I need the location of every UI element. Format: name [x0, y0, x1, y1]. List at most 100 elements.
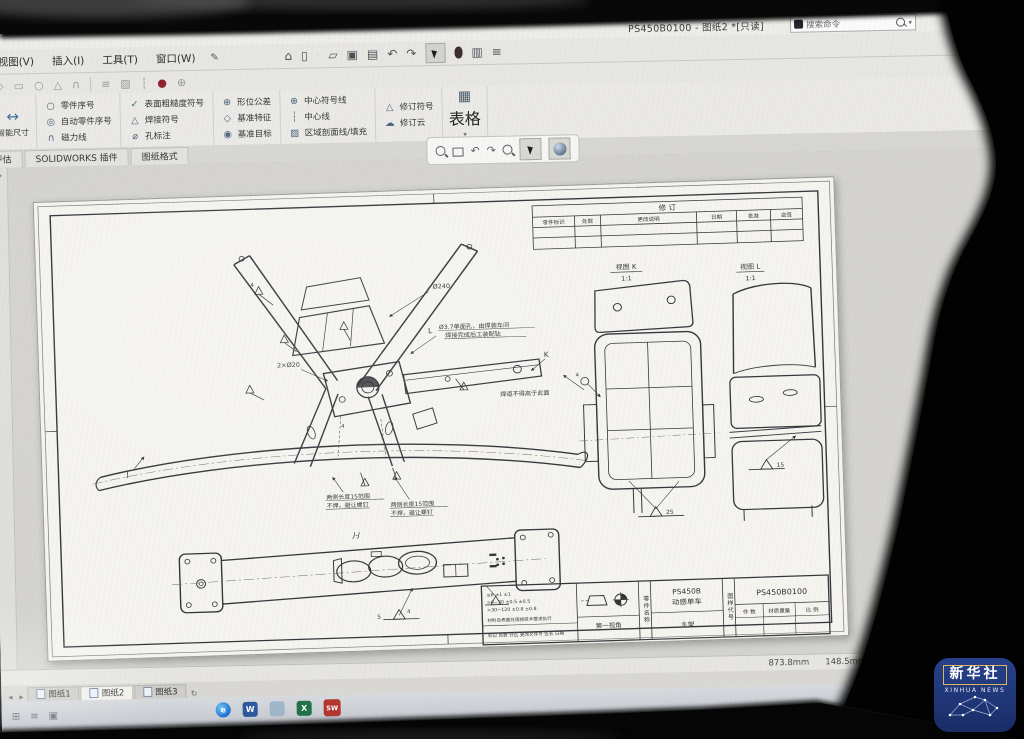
hole-callout-button[interactable]: ⌀孔标注: [129, 127, 205, 144]
menu-insert[interactable]: 插入(I): [43, 52, 94, 68]
sheet-tab-2[interactable]: 图纸2: [81, 685, 134, 700]
revision-cloud-button[interactable]: ☁修订云: [384, 115, 434, 131]
sheet-tab-1[interactable]: 图纸1: [27, 686, 80, 701]
magnetic-line-button[interactable]: ∩磁力线: [45, 129, 112, 145]
prev-sheet-icon[interactable]: ◂: [5, 693, 15, 702]
zoom-fit-icon[interactable]: [435, 146, 445, 156]
previous-view-icon[interactable]: ↶: [470, 144, 479, 157]
shaded-sphere-icon: [553, 142, 566, 155]
tables-label: 表格: [449, 105, 481, 130]
columns-icon[interactable]: ▥: [471, 46, 483, 58]
weld-size-15: 15: [776, 463, 784, 469]
save-icon[interactable]: ▣: [346, 49, 358, 61]
menu-window[interactable]: 窗口(W): [147, 50, 205, 66]
tolerance-note: 材料及表面处理按技术要求执行: [487, 615, 552, 624]
weld-size-4b: 4: [341, 424, 345, 430]
tab-solidworks-addins[interactable]: SOLIDWORKS 插件: [24, 148, 128, 167]
status-z-coord: 0mm: [882, 656, 904, 666]
sheet-icon: [36, 689, 45, 699]
sketch-icon-7[interactable]: ▨: [120, 77, 131, 90]
sketch-icon-3[interactable]: ○: [34, 78, 44, 91]
section-view-icon[interactable]: [503, 144, 513, 154]
symbol-group: ✓ 表面粗糙度符号 △焊接符号 ⌀孔标注: [120, 92, 214, 148]
sketch-icon-9[interactable]: ⊕: [177, 76, 186, 89]
chevron-down-icon[interactable]: ▾: [908, 18, 912, 26]
surface-finish-icon: ✓: [128, 98, 140, 109]
solidworks-taskbar-icon[interactable]: SW: [324, 699, 341, 716]
magnetic-line-label: 磁力线: [61, 131, 87, 144]
area-hatch-button[interactable]: ▨区域剖面线/填充: [289, 124, 368, 141]
taskview-icon[interactable]: ≡: [30, 711, 39, 722]
revision-symbol-button[interactable]: △修订符号: [383, 99, 433, 115]
drawing-canvas[interactable]: 修 订 零件标识 处数 更改说明 日期 批准 会签 视图 K 1:1 视图 L …: [0, 147, 1024, 670]
new-file-icon[interactable]: ▯: [301, 50, 308, 62]
open-file-icon[interactable]: ▱: [328, 49, 337, 61]
auto-balloon-button[interactable]: ◎自动零件序号: [45, 113, 112, 129]
balloon-button[interactable]: ○零件序号: [44, 97, 111, 113]
word-icon[interactable]: W: [243, 702, 258, 717]
options-icon[interactable]: ≡: [492, 46, 502, 58]
sketch-icon-5[interactable]: ∩: [72, 78, 80, 91]
rev-col-1: 零件标识: [542, 218, 565, 227]
print-icon[interactable]: ▤: [367, 48, 379, 60]
refresh-sheet-icon[interactable]: ↻: [188, 689, 201, 698]
xinhua-news-watermark: 新华社 XINHUA NEWS: [934, 658, 1016, 732]
note-hole-line2: 焊接完成后工装配钻: [445, 330, 501, 340]
excel-icon[interactable]: X: [297, 701, 312, 716]
datum-feature-button[interactable]: ◇基准特征: [221, 110, 271, 126]
next-sheet-icon[interactable]: ▸: [16, 692, 26, 701]
sheet-tab-3[interactable]: 图纸3: [134, 684, 187, 699]
weld-symbol-button[interactable]: △焊接符号: [129, 111, 205, 128]
redo-icon[interactable]: ↷: [406, 47, 416, 59]
projection-label: 第一视角: [596, 620, 622, 630]
appearance-icon[interactable]: [454, 46, 462, 58]
pin-menu-icon[interactable]: ✎: [204, 52, 225, 63]
dropdown-dot: ·: [317, 51, 320, 59]
pinned-app-icon[interactable]: ▣: [48, 710, 58, 721]
tab-evaluate[interactable]: 评估: [0, 150, 23, 168]
record-macro-icon[interactable]: ●: [157, 76, 167, 89]
command-search[interactable]: 搜索命令 ▾: [790, 13, 916, 33]
datum-target-button[interactable]: ◉基准目标: [222, 126, 272, 142]
sketch-icon-2[interactable]: ▭: [13, 79, 24, 92]
sketch-icon-6[interactable]: ≡: [101, 77, 110, 90]
sheet-icon: [143, 687, 152, 697]
tables-button[interactable]: ▦ 表格 ▾: [442, 86, 488, 141]
heads-up-toolbar: ↶ ↷: [426, 134, 580, 165]
zoom-area-icon[interactable]: [452, 147, 463, 156]
search-icon[interactable]: [896, 18, 905, 27]
view-k-geometry: [574, 267, 772, 518]
search-input[interactable]: 搜索命令: [806, 16, 894, 30]
drawing-sheet[interactable]: 修 订 零件标识 处数 更改说明 日期 批准 会签 视图 K 1:1 视图 L …: [33, 176, 849, 662]
document-app-icon[interactable]: [270, 701, 285, 716]
display-style-button[interactable]: [549, 137, 571, 159]
sketch-icon-8[interactable]: ┆: [141, 76, 148, 89]
select-tool-button[interactable]: [425, 43, 445, 63]
sketch-icon-1[interactable]: ◇: [0, 79, 4, 92]
pan-icon[interactable]: ↷: [487, 143, 496, 156]
featuremanager-strip[interactable]: [0, 168, 18, 670]
geometric-tolerance-button[interactable]: ⊕形位公差: [221, 94, 271, 110]
start-icon[interactable]: ⊞: [12, 711, 21, 722]
sketch-icon-4[interactable]: △: [53, 78, 62, 91]
drawing-code-vertical-label: 图样代号: [723, 580, 736, 633]
menu-view[interactable]: 视图(V): [0, 53, 43, 69]
centerline-icon: ┆: [288, 111, 300, 122]
smart-dimension-button[interactable]: ↔ 智能尺寸: [0, 95, 37, 150]
part-name-vertical-label: 零件名称: [639, 582, 652, 635]
datum-feature-icon: ◇: [221, 113, 233, 124]
surface-finish-label: 表面粗糙度符号: [144, 97, 204, 110]
center-mark-button[interactable]: ⊕中心符号线: [288, 92, 367, 109]
taskbar-apps: e W X SW: [216, 699, 341, 719]
select-mode-button[interactable]: [520, 138, 542, 160]
home-icon[interactable]: ⌂: [284, 50, 292, 62]
solidworks-logo-icon: [794, 20, 803, 29]
undo-icon[interactable]: ↶: [387, 48, 397, 60]
menu-tools[interactable]: 工具(T): [93, 51, 147, 67]
centerline-button[interactable]: ┆中心线: [288, 108, 367, 125]
surface-finish-button[interactable]: ✓ 表面粗糙度符号: [128, 95, 204, 112]
edge-browser-icon[interactable]: e: [216, 702, 231, 717]
dim-dia20: 2×Ø20: [277, 361, 300, 370]
tab-sheet-format[interactable]: 图纸格式: [131, 147, 189, 165]
view-k-scale: 1:1: [621, 275, 632, 282]
